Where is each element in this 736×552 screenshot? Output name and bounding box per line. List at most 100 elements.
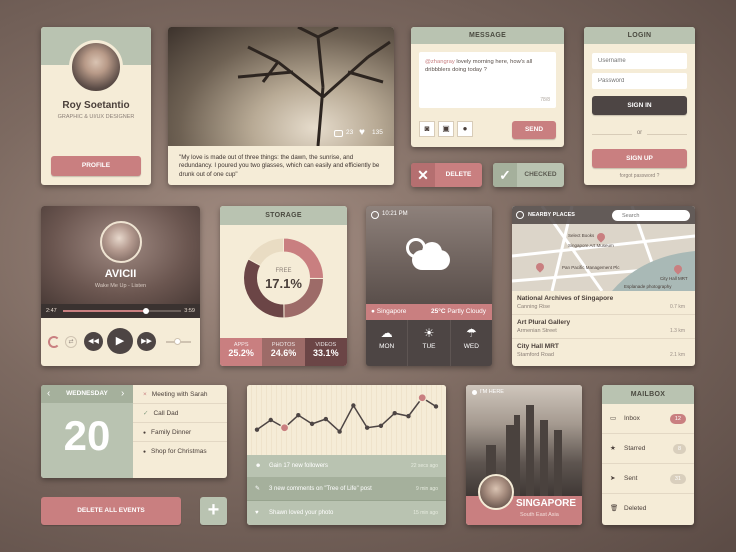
list-item[interactable]: National Archives of Singapore Canning R… (512, 291, 695, 315)
activity-point[interactable] (296, 412, 301, 418)
mailbox-inbox[interactable]: ▭ Inbox 12 (602, 404, 694, 434)
photo-quote: "My love is made out of three things: th… (179, 154, 380, 178)
message-card: MESSAGE @zhangray lovely morning here, h… (411, 27, 564, 147)
activity-point[interactable] (392, 411, 397, 416)
activity-point[interactable] (254, 427, 260, 432)
feed-item[interactable]: ♥ Shawn loved your photo 15 min ago (247, 501, 446, 525)
event-text: Meeting with Sarah (151, 391, 208, 398)
photos-label: PHOTOS (271, 342, 296, 348)
map-pin-icon (516, 211, 524, 219)
cloud-sun-icon: ☁ (380, 326, 393, 340)
forecast-mon[interactable]: ☁ MON (366, 320, 409, 366)
list-item[interactable]: Art Plural Gallery Armenian Street 1.3 k… (512, 315, 695, 339)
storage-card: STORAGE FREE 17.1% APPS 25.2% PHOTOS 24.… (220, 206, 347, 366)
map-search-input[interactable] (612, 210, 690, 221)
list-item[interactable]: City Hall MRT Stamford Road 2.1 km (512, 339, 695, 363)
shuffle-icon[interactable]: ⇄ (65, 336, 77, 348)
add-event-button[interactable]: + (200, 497, 227, 525)
check-event-icon[interactable]: ✓ (143, 410, 148, 417)
profile-button[interactable]: PROFILE (51, 156, 141, 176)
volume-slider[interactable] (166, 338, 191, 345)
storage-legend: APPS 25.2% PHOTOS 24.6% VIDEOS 33.1% (220, 338, 347, 366)
forecast-day-label: TUE (422, 343, 436, 350)
feed-text: Gain 17 new followers (269, 463, 329, 469)
artist-avatar[interactable] (100, 221, 142, 263)
camera-icon[interactable]: ◙ (419, 121, 435, 137)
message-header: MESSAGE (411, 27, 564, 44)
activity-point[interactable] (364, 425, 370, 430)
password-input[interactable] (592, 73, 687, 89)
send-button[interactable]: SEND (512, 121, 556, 139)
weather-condition: Partly Cloudy (447, 308, 486, 315)
map-view[interactable]: NEARBY PLACES Select Books Singapore Art… (512, 206, 695, 291)
event-item[interactable]: ✓ Call Dad (133, 404, 227, 423)
activity-point[interactable] (323, 416, 329, 422)
username-input[interactable] (592, 53, 687, 69)
previous-button[interactable]: ◀◀ (84, 332, 103, 351)
activity-point[interactable] (337, 429, 342, 434)
map-label-city-hall: City Hall MRT (660, 276, 688, 281)
event-item[interactable]: ● Shop for Christmas (133, 442, 227, 461)
activity-line-chart (247, 385, 446, 455)
checked-button[interactable]: ✓ CHECKED (493, 163, 564, 187)
activity-point[interactable] (309, 421, 315, 427)
activity-point[interactable] (279, 423, 290, 433)
place-street: Canning Rise (517, 304, 551, 310)
heart-icon[interactable]: ♥ (359, 127, 365, 138)
forgot-password-link[interactable]: forgot password ? (584, 173, 695, 179)
place-name: National Archives of Singapore (517, 295, 614, 302)
activity-point[interactable] (378, 423, 384, 428)
calendar-weekday: WEDNESDAY (66, 390, 108, 397)
map-label-select-books: Select Books (568, 233, 595, 238)
delete-event-icon[interactable]: × (143, 391, 147, 398)
apps-value: 25.2% (228, 348, 254, 358)
activity-point[interactable] (268, 417, 273, 423)
track-title: Wake Me Up - Listen (94, 283, 147, 289)
signup-button[interactable]: SIGN UP (592, 149, 687, 168)
map-label-esplanade: Esplanade photography (624, 284, 672, 289)
contact-icon[interactable]: ▣ (438, 121, 454, 137)
signin-button[interactable]: SIGN IN (592, 96, 687, 115)
weather-city: Singapore (376, 308, 407, 315)
forecast-wed[interactable]: ☂ WED (451, 320, 492, 366)
place-street: Armenian Street (517, 328, 557, 334)
activity-point[interactable] (406, 413, 411, 419)
location-region: South East Asia (520, 512, 559, 518)
user-avatar[interactable] (478, 474, 514, 510)
comment-icon[interactable] (334, 130, 343, 137)
bullet-icon: ● (143, 449, 147, 455)
chevron-right-icon[interactable]: › (121, 388, 124, 399)
profile-card: Roy Soetantio GRAPHIC & UI/UX DESIGNER P… (41, 27, 151, 185)
delete-all-events-button[interactable]: DELETE ALL EVENTS (41, 497, 181, 525)
volume-handle[interactable] (174, 338, 182, 345)
users-icon: ☻ (255, 463, 262, 469)
comment-count: 23 (346, 129, 354, 136)
storage-free-value: 17.1% (265, 276, 302, 291)
feed-item[interactable]: ✎ 3 new comments on "Tree of Life" post … (247, 478, 446, 501)
play-button[interactable]: ▶ (107, 328, 133, 354)
date-panel: ‹ WEDNESDAY › 20 (41, 385, 133, 478)
delete-button[interactable]: ✕ DELETE (411, 163, 482, 187)
photo-card: 23 ♥ 135 "My love is made out of three t… (168, 27, 394, 185)
progress-handle[interactable] (142, 308, 149, 314)
avatar[interactable] (69, 40, 123, 94)
message-textarea[interactable]: @zhangray lovely morning here, how's all… (419, 52, 556, 108)
location-pin-icon[interactable]: ● (457, 121, 473, 137)
mailbox-header: MAILBOX (602, 385, 694, 404)
mailbox-sent[interactable]: ➤ Sent 31 (602, 464, 694, 494)
progress-bar[interactable]: 2:47 3:59 (41, 304, 200, 318)
mailbox-starred[interactable]: ★ Starred 8 (602, 434, 694, 464)
heart-icon: ♥ (255, 510, 259, 516)
repeat-icon[interactable] (48, 336, 60, 348)
event-item[interactable]: × Meeting with Sarah (133, 385, 227, 404)
total-time: 3:59 (184, 308, 195, 314)
forecast-tue[interactable]: ☀ TUE (408, 320, 451, 366)
storage-header: STORAGE (220, 206, 347, 225)
mailbox-deleted[interactable]: 🗑 Deleted (602, 494, 694, 524)
activity-point[interactable] (417, 393, 427, 403)
event-item[interactable]: ● Family Dinner (133, 423, 227, 442)
next-button[interactable]: ▶▶ (137, 332, 156, 351)
activity-point[interactable] (433, 404, 439, 409)
feed-item[interactable]: ☻ Gain 17 new followers 22 secs ago (247, 455, 446, 478)
activity-point[interactable] (351, 403, 356, 408)
